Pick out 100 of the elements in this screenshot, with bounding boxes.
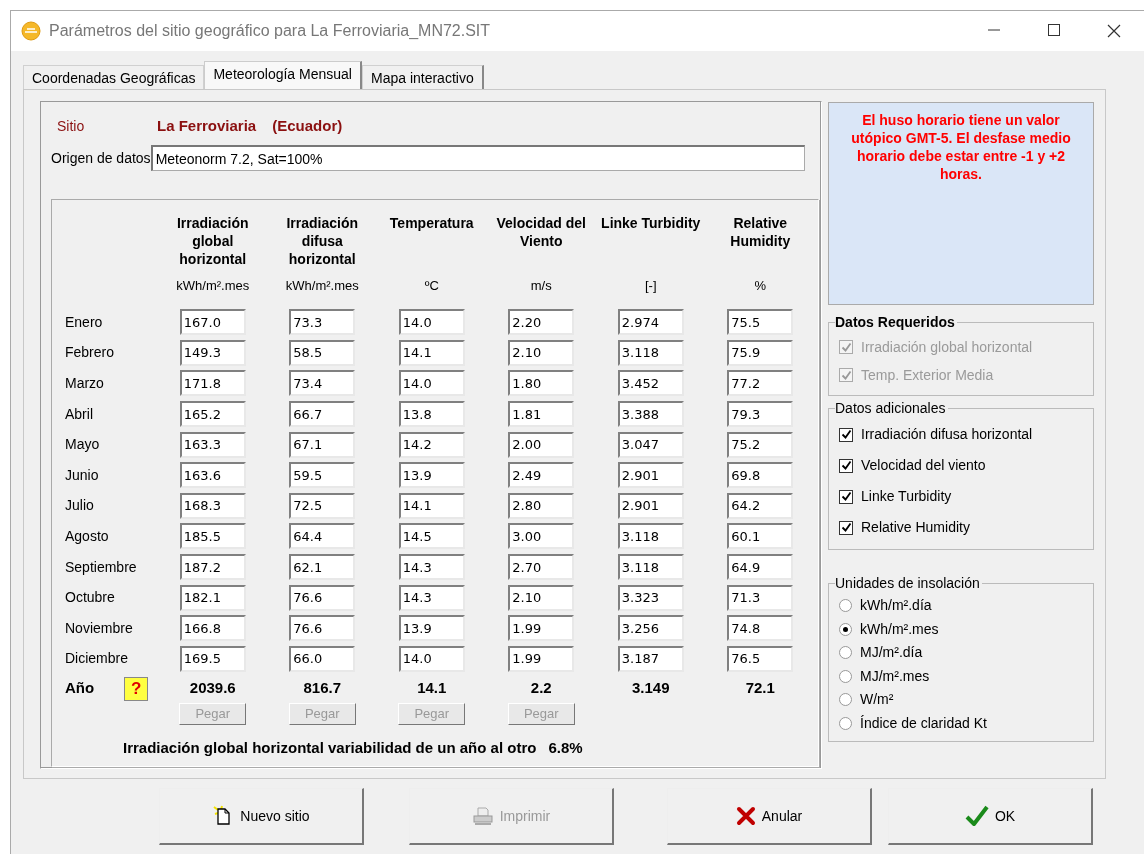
- value-field[interactable]: 163.6: [179, 462, 246, 489]
- value-field[interactable]: 2.49: [508, 462, 575, 489]
- value-field[interactable]: 1.81: [508, 401, 575, 428]
- value-field[interactable]: 3.452: [617, 370, 684, 397]
- radio-button[interactable]: [839, 646, 852, 660]
- close-icon[interactable]: [1107, 24, 1121, 38]
- radio-button[interactable]: [839, 599, 852, 613]
- value-field[interactable]: 79.3: [727, 401, 794, 428]
- value-field[interactable]: 14.5: [398, 523, 465, 550]
- value-field[interactable]: 75.9: [727, 339, 794, 366]
- value-field[interactable]: 14.2: [398, 431, 465, 458]
- value-field[interactable]: 2.974: [617, 309, 684, 336]
- value-field[interactable]: 2.20: [508, 309, 575, 336]
- value-field[interactable]: 60.1: [727, 523, 794, 550]
- checkbox[interactable]: [839, 520, 853, 535]
- value-field[interactable]: 14.0: [398, 645, 465, 672]
- value-field[interactable]: 3.256: [617, 615, 684, 642]
- value-field[interactable]: 185.5: [179, 523, 246, 550]
- value-field[interactable]: 1.99: [508, 615, 575, 642]
- year-total: 72.1: [745, 678, 775, 699]
- dialog-button[interactable]: OK: [888, 788, 1093, 845]
- value-field[interactable]: 69.8: [727, 462, 794, 489]
- checkbox[interactable]: [839, 427, 853, 442]
- value-field[interactable]: 76.6: [289, 584, 356, 611]
- value-field[interactable]: 182.1: [179, 584, 246, 611]
- dialog-button[interactable]: Nuevo sitio: [159, 788, 364, 845]
- printer-icon: [471, 806, 494, 826]
- value-field[interactable]: 2.10: [508, 339, 575, 366]
- value-field[interactable]: 3.118: [617, 554, 684, 581]
- checkmark-icon: [964, 805, 989, 827]
- radio-label: MJ/m².día: [860, 643, 923, 663]
- value-field[interactable]: 14.1: [398, 339, 465, 366]
- value-field[interactable]: 3.118: [617, 523, 684, 550]
- value-field[interactable]: 76.5: [727, 645, 794, 672]
- value-field[interactable]: 168.3: [179, 492, 246, 519]
- value-field[interactable]: 75.5: [727, 309, 794, 336]
- value-field[interactable]: 64.4: [289, 523, 356, 550]
- value-field[interactable]: 3.00: [508, 523, 575, 550]
- value-field[interactable]: 58.5: [289, 339, 356, 366]
- value-field[interactable]: 71.3: [727, 584, 794, 611]
- value-field[interactable]: 3.047: [617, 431, 684, 458]
- value-field[interactable]: 73.4: [289, 370, 356, 397]
- tab[interactable]: Meteorología Mensual: [204, 61, 362, 89]
- value-field[interactable]: 3.388: [617, 401, 684, 428]
- value-field[interactable]: 2.80: [508, 492, 575, 519]
- value-field[interactable]: 75.2: [727, 431, 794, 458]
- value-field[interactable]: 1.80: [508, 370, 575, 397]
- value-field[interactable]: 167.0: [179, 309, 246, 336]
- value-field[interactable]: 2.00: [508, 431, 575, 458]
- data-source-field[interactable]: Meteonorm 7.2, Sat=100%: [150, 145, 805, 171]
- value-field[interactable]: 2.901: [617, 492, 684, 519]
- value-field[interactable]: 187.2: [179, 554, 246, 581]
- value-field[interactable]: 13.8: [398, 401, 465, 428]
- value-field[interactable]: 64.9: [727, 554, 794, 581]
- dialog-button[interactable]: Anular: [667, 788, 872, 845]
- value-field[interactable]: 3.118: [617, 339, 684, 366]
- radio-button[interactable]: [839, 716, 852, 730]
- value-field[interactable]: 13.9: [398, 462, 465, 489]
- value-field[interactable]: 3.187: [617, 645, 684, 672]
- month-label: Septiembre: [65, 557, 137, 577]
- checkbox[interactable]: [839, 489, 853, 504]
- value-field[interactable]: 14.1: [398, 492, 465, 519]
- column-header: Temperatura: [388, 214, 475, 233]
- value-field[interactable]: 2.901: [617, 462, 684, 489]
- maximize-icon[interactable]: [1048, 24, 1060, 36]
- radio-button[interactable]: [839, 622, 852, 636]
- radio-button[interactable]: [839, 669, 852, 683]
- value-field[interactable]: 67.1: [289, 431, 356, 458]
- value-field[interactable]: 76.6: [289, 615, 356, 642]
- value-field[interactable]: 64.2: [727, 492, 794, 519]
- value-field[interactable]: 169.5: [179, 645, 246, 672]
- value-field[interactable]: 59.5: [289, 462, 356, 489]
- radio-button[interactable]: [839, 693, 852, 707]
- value-field[interactable]: 74.8: [727, 615, 794, 642]
- month-label: Marzo: [65, 374, 104, 393]
- value-field[interactable]: 14.0: [398, 370, 465, 397]
- value-field[interactable]: 166.8: [179, 615, 246, 642]
- help-button[interactable]: ?: [124, 676, 149, 701]
- value-field[interactable]: 3.323: [617, 584, 684, 611]
- value-field[interactable]: 165.2: [179, 401, 246, 428]
- value-field[interactable]: 14.3: [398, 584, 465, 611]
- value-field[interactable]: 2.10: [508, 584, 575, 611]
- value-field[interactable]: 14.3: [398, 554, 465, 581]
- value-field[interactable]: 62.1: [289, 554, 356, 581]
- tab[interactable]: Coordenadas Geográficas: [23, 65, 205, 89]
- value-field[interactable]: 72.5: [289, 492, 356, 519]
- value-field[interactable]: 1.99: [508, 645, 575, 672]
- checkbox[interactable]: [839, 458, 853, 473]
- value-field[interactable]: 66.0: [289, 645, 356, 672]
- value-field[interactable]: 73.3: [289, 309, 356, 336]
- value-field[interactable]: 171.8: [179, 370, 246, 397]
- value-field[interactable]: 2.70: [508, 554, 575, 581]
- value-field[interactable]: 14.0: [398, 309, 465, 336]
- value-field[interactable]: 13.9: [398, 615, 465, 642]
- value-field[interactable]: 163.3: [179, 431, 246, 458]
- month-label: Agosto: [65, 526, 109, 546]
- value-field[interactable]: 149.3: [179, 339, 246, 366]
- value-field[interactable]: 66.7: [289, 401, 356, 428]
- value-field[interactable]: 77.2: [727, 370, 794, 397]
- tab[interactable]: Mapa interactivo: [361, 65, 484, 89]
